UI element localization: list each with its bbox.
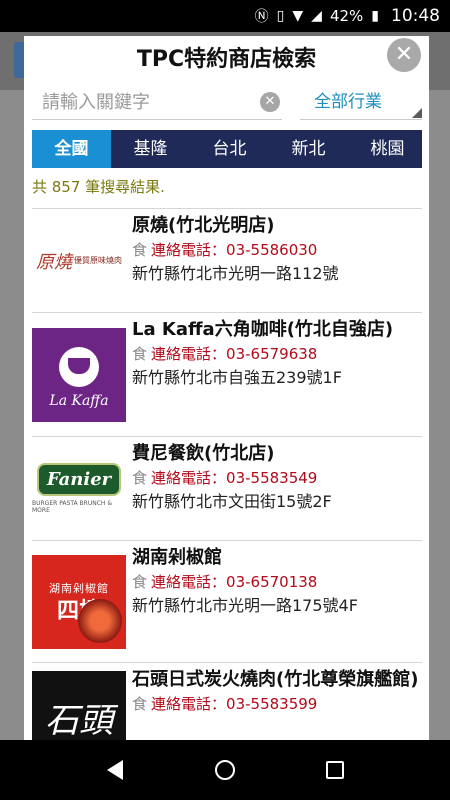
store-phone-line: 食連絡電話：03-6570138 [132,570,422,594]
store-logo-yuanshao: 原燒 優質原味燒肉 [32,214,126,308]
store-phone-line: 食連絡電話：03-5583599 [132,692,422,716]
clock: 10:48 [391,6,440,26]
store-address: 新竹縣竹北市文田街15號2F [132,492,332,511]
recents-button[interactable] [315,750,355,790]
tab-taoyuan[interactable]: 桃園 [348,130,422,168]
store-phone[interactable]: 03-5583599 [226,695,317,713]
category-dropdown[interactable]: 全部行業 [300,86,422,120]
logo-text: 原燒 [36,251,72,273]
logo-text: 湖南剁椒館 [49,581,109,595]
dialog-title: TPC特約商店檢索 [136,47,317,72]
list-item[interactable]: 原燒 優質原味燒肉 原燒(竹北光明店) 食連絡電話：03-5586030 新竹縣竹… [32,209,422,313]
battery-percent: 42% [329,7,364,25]
store-phone-line: 食連絡電話：03-5583549 [132,466,422,490]
list-item[interactable]: 石頭 石頭日式炭火燒肉(竹北尊榮旗艦館) 食連絡電話：03-5583599 [32,663,422,740]
region-tabs: 全國 基隆 台北 新北 桃園 [32,130,422,168]
food-category-icon: 食 [132,241,148,259]
food-category-icon: 食 [132,573,148,591]
navigation-bar [0,740,450,800]
phone-label: 連絡電話： [151,573,227,591]
store-list: 原燒 優質原味燒肉 原燒(竹北光明店) 食連絡電話：03-5586030 新竹縣竹… [32,208,422,740]
store-phone[interactable]: 03-6579638 [226,345,317,363]
clear-icon[interactable]: ✕ [260,92,280,112]
result-count: 共 857 筆搜尋結果. [32,178,165,196]
dropdown-triangle-icon [412,108,422,118]
phone-label: 連絡電話： [151,345,227,363]
logo-text: 石頭 [45,701,113,740]
store-name: 石頭日式炭火燒肉(竹北尊榮旗艦館) [132,669,419,690]
food-category-icon: 食 [132,695,148,713]
store-name: 原燒(竹北光明店) [132,215,275,236]
food-category-icon: 食 [132,345,148,363]
recents-icon [326,761,344,779]
store-phone[interactable]: 03-6570138 [226,573,317,591]
status-bar: Ⓝ ▯ ▼ ◢ 42% ▮ 10:48 [0,0,450,32]
phone-label: 連絡電話： [151,469,227,487]
store-address: 新竹縣竹北市自強五239號1F [132,368,342,387]
dish-image [78,598,122,643]
store-phone-line: 食連絡電話：03-5586030 [132,238,422,262]
store-logo-ishi: 石頭 [32,670,126,740]
store-search-dialog: TPC特約商店檢索 ✕ ✕ 全部行業 全國 基隆 台北 新北 桃園 共 857 … [24,36,429,740]
list-item[interactable]: Fanier BURGER PASTA BRUNCH & MORE 費尼餐飲(竹… [32,437,422,541]
list-item[interactable]: 湖南剁椒館 四樓 湖南剁椒館 食連絡電話：03-6570138 新竹縣竹北市光明… [32,541,422,663]
back-icon [107,760,123,780]
home-button[interactable] [205,750,245,790]
signal-icon: ◢ [311,8,322,24]
store-logo-lakaffa: La Kaffa [32,327,126,422]
list-item[interactable]: La Kaffa La Kaffa六角咖啡(竹北自強店) 食連絡電話：03-65… [32,313,422,437]
tab-national[interactable]: 全國 [32,130,111,168]
store-phone[interactable]: 03-5583549 [226,469,317,487]
phone-label: 連絡電話： [151,695,227,713]
phone-label: 連絡電話： [151,241,227,259]
store-address: 新竹縣竹北市光明一路175號4F [132,596,358,615]
store-phone-line: 食連絡電話：03-6579638 [132,342,422,366]
store-address: 新竹縣竹北市光明一路112號 [132,264,339,283]
home-icon [215,760,235,780]
category-selected-label: 全部行業 [314,92,382,112]
coffee-cup-icon [59,346,99,387]
search-row: ✕ 全部行業 [32,86,422,122]
nfc-icon: Ⓝ [254,9,269,25]
tab-keelung[interactable]: 基隆 [111,130,190,168]
store-name: 費尼餐飲(竹北店) [132,443,275,464]
logo-text: La Kaffa [49,392,109,409]
logo-subtext: 優質原味燒肉 [74,256,122,265]
store-phone[interactable]: 03-5586030 [226,241,317,259]
close-button[interactable]: ✕ [387,38,421,72]
food-category-icon: 食 [132,469,148,487]
battery-icon: ▮ [371,8,379,24]
search-input[interactable] [32,86,282,120]
vibrate-icon: ▯ [276,8,285,24]
store-name: 湖南剁椒館 [132,547,222,568]
back-button[interactable] [95,750,135,790]
logo-subtext: BURGER PASTA BRUNCH & MORE [32,500,113,514]
logo-text: Fanier [36,463,122,496]
tab-new-taipei[interactable]: 新北 [269,130,348,168]
store-name: La Kaffa六角咖啡(竹北自強店) [132,319,394,340]
wifi-icon: ▼ [292,8,304,24]
store-logo-hunan: 湖南剁椒館 四樓 [32,554,126,649]
tab-taipei[interactable]: 台北 [190,130,269,168]
store-logo-fanier: Fanier BURGER PASTA BRUNCH & MORE [32,442,126,536]
